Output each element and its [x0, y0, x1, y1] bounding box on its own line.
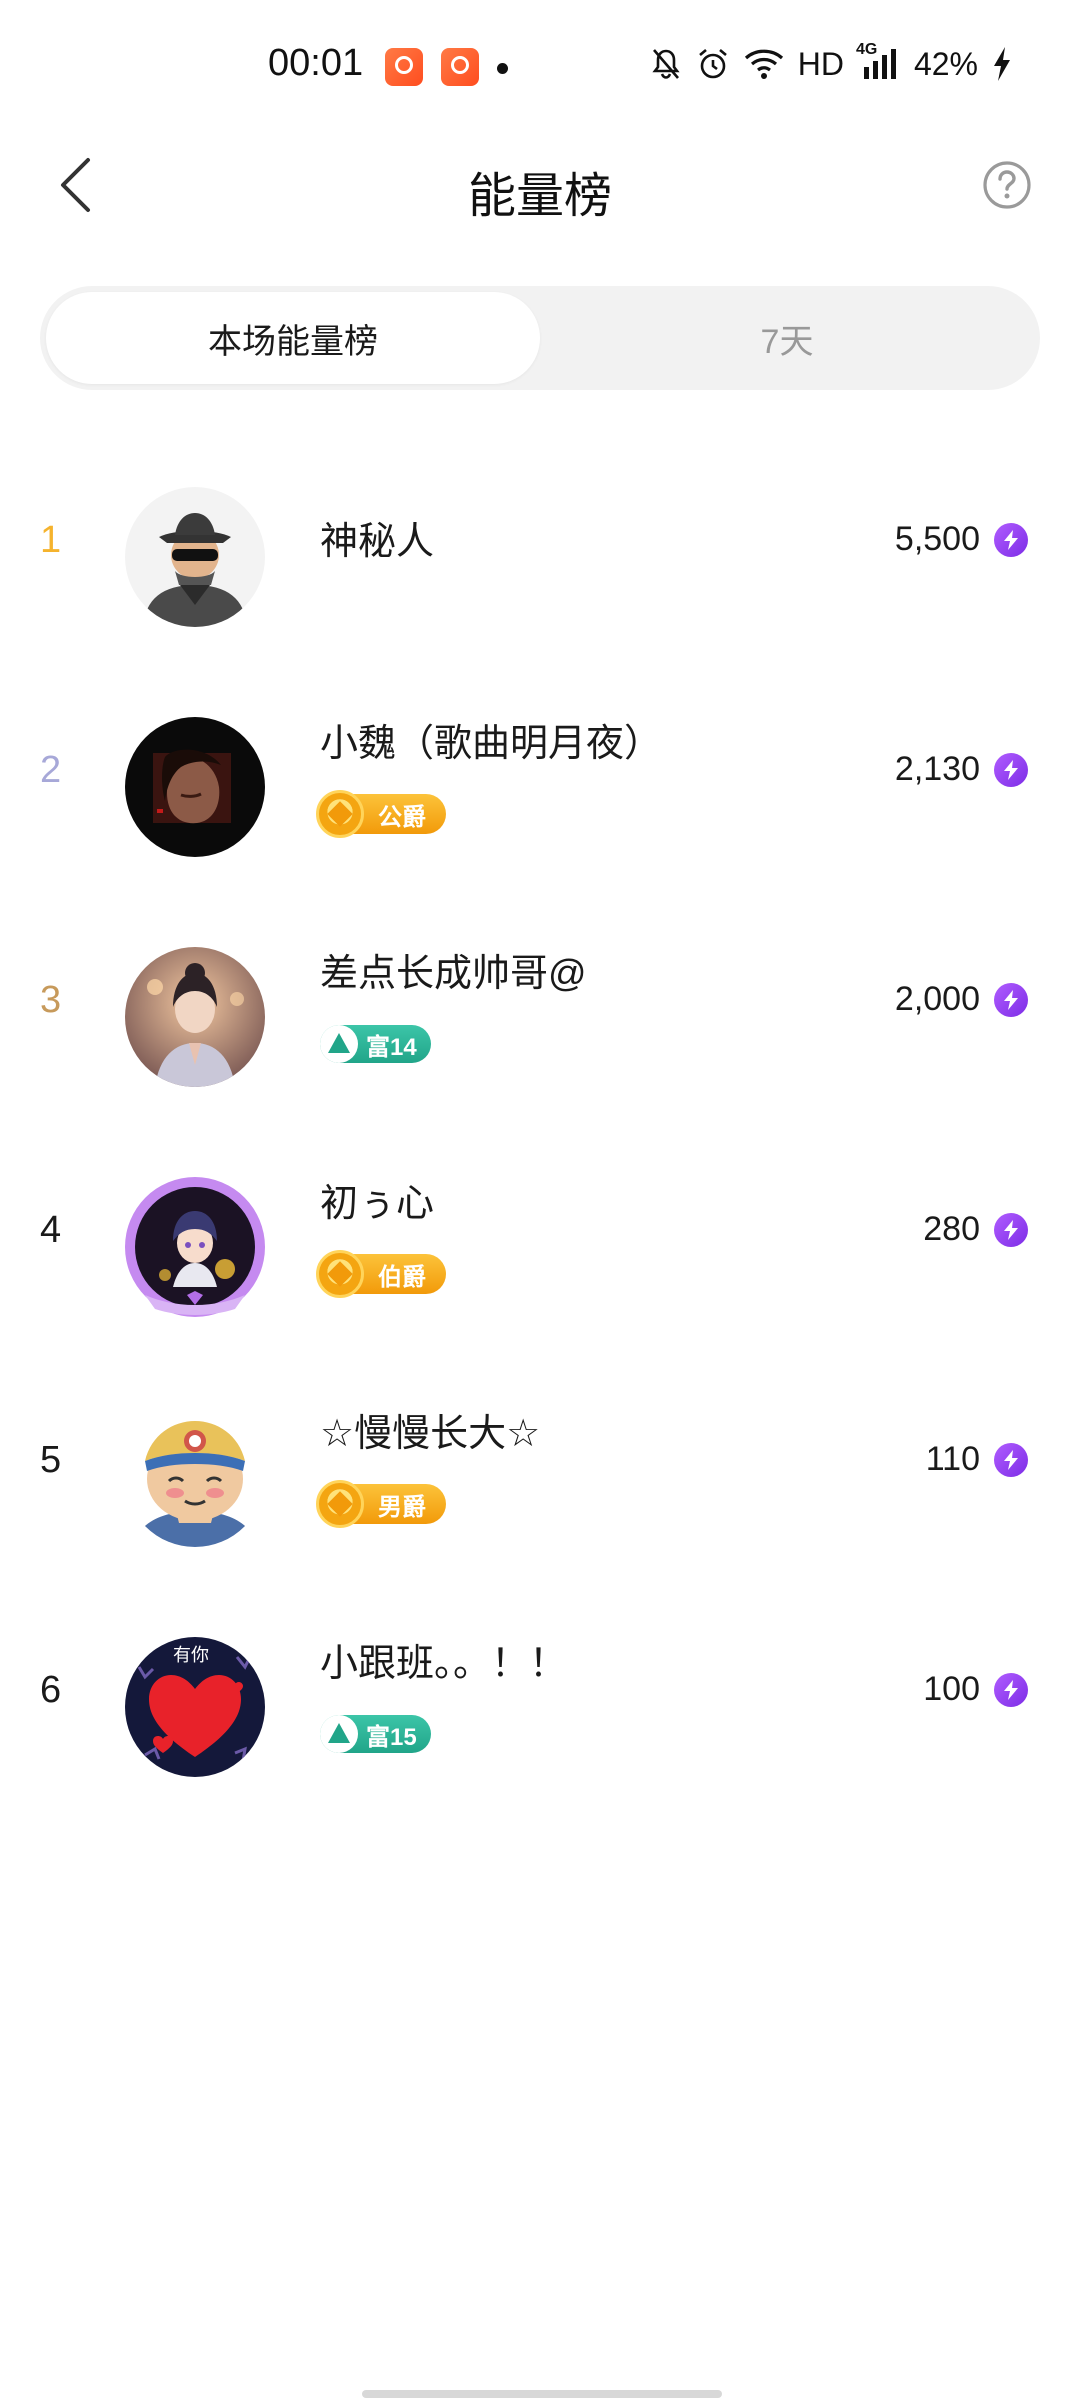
score-value: 2,000: [894, 980, 980, 1018]
lightning-icon: [994, 522, 1028, 557]
ranking-row[interactable]: 2 小魏（歌曲明月夜） 公爵 2,130: [0, 672, 1080, 902]
avatar[interactable]: [125, 1407, 265, 1547]
wifi-icon: [744, 49, 783, 79]
user-name: 小魏（歌曲明月夜）: [320, 723, 663, 765]
question-mark-icon: [983, 161, 1031, 209]
score-value: 110: [925, 1440, 980, 1478]
girl-portrait-avatar-icon: [125, 947, 265, 1087]
medal-icon: [316, 1480, 364, 1528]
header: 能量榜: [0, 130, 1080, 240]
badge-label: 富15: [366, 1723, 417, 1751]
score-value: 100: [923, 1670, 980, 1708]
nobility-badge: 伯爵: [316, 1250, 446, 1298]
alarm-icon: [698, 49, 727, 79]
score-value: 5,500: [894, 520, 980, 558]
nobility-badge: 公爵: [316, 790, 446, 838]
energy-score: 280: [923, 1210, 1028, 1249]
energy-score: 110: [926, 1440, 1028, 1479]
help-button[interactable]: [974, 152, 1040, 218]
status-bar: 00:01 HD 4G 42%: [0, 0, 1080, 130]
user-name: ☆慢慢长大☆: [320, 1413, 541, 1455]
medal-icon: [316, 790, 364, 838]
user-name: 初ぅ心: [320, 1183, 435, 1225]
ranking-row[interactable]: 4 初ぅ心 伯爵 280: [0, 1132, 1080, 1362]
score-value: 280: [923, 1210, 980, 1248]
avatar-text: 有你: [173, 1645, 209, 1666]
battery-level: 42%: [913, 45, 978, 82]
status-time: 00:01: [268, 42, 364, 84]
lightning-icon: [994, 982, 1028, 1017]
rank-number: 3: [40, 979, 62, 1021]
notification-dot-icon: [497, 63, 508, 74]
badge-label: 伯爵: [378, 1263, 426, 1291]
user-name: 小跟班。。！！: [320, 1643, 568, 1685]
wealth-level-icon: [320, 1025, 358, 1063]
energy-score: 5,500: [895, 520, 1028, 559]
energy-score: 2,000: [895, 980, 1028, 1019]
lightning-icon: [994, 1672, 1028, 1707]
mystery-person-avatar-icon: [125, 487, 265, 627]
bell-muted-icon: [652, 49, 680, 79]
badge-label: 公爵: [378, 803, 426, 831]
kuaishou-app-icon: [385, 48, 423, 86]
tab-7-days[interactable]: 7天: [540, 292, 1034, 384]
rank-number: 2: [40, 749, 62, 791]
ranking-row[interactable]: 3 差点长成帅哥@ 富14 2,000: [0, 902, 1080, 1132]
user-name: 差点长成帅哥@: [320, 953, 587, 995]
medal-icon: [316, 1250, 364, 1298]
nobility-badge: 男爵: [316, 1480, 446, 1528]
network-label: HD: [797, 45, 844, 82]
home-indicator[interactable]: [362, 2390, 722, 2398]
lightning-icon: [994, 752, 1028, 787]
avatar[interactable]: [125, 947, 265, 1087]
cartoon-boy-avatar-icon: [125, 1407, 265, 1547]
score-value: 2,130: [894, 750, 980, 788]
tab-current-session[interactable]: 本场能量榜: [46, 292, 540, 384]
wealth-badge: 富15: [320, 1712, 431, 1756]
user-name: 神秘人: [320, 521, 435, 563]
wealth-badge: 富14: [320, 1022, 431, 1066]
ranking-row[interactable]: 5 ☆慢慢长大☆ 男爵 110: [0, 1362, 1080, 1592]
lightning-icon: [994, 1442, 1028, 1477]
energy-score: 2,130: [895, 750, 1028, 789]
badge-label: 男爵: [378, 1493, 426, 1521]
wealth-level-icon: [320, 1715, 358, 1753]
heart-avatar-icon: 有你: [125, 1637, 265, 1777]
avatar[interactable]: [125, 717, 265, 857]
rank-number: 1: [40, 519, 62, 561]
cellular-signal-icon: 4G: [856, 41, 900, 81]
avatar[interactable]: 有你: [125, 1637, 265, 1777]
status-icons: HD 4G 42%: [650, 41, 1012, 84]
dark-portrait-avatar-icon: [125, 717, 265, 857]
ranking-period-tabs: 本场能量榜 7天: [40, 286, 1040, 390]
ranking-row[interactable]: 1 神秘人 5,500: [0, 442, 1080, 672]
network-gen-label: 4G: [855, 41, 878, 58]
avatar[interactable]: [125, 487, 265, 627]
ranking-row[interactable]: 6 有你 小跟班。。！！ 富15 100: [0, 1592, 1080, 1822]
charging-icon: [994, 47, 1010, 81]
avatar[interactable]: [125, 1177, 265, 1317]
rank-number: 4: [40, 1209, 62, 1251]
ranking-list: 1 神秘人 5,500 2 小魏（歌曲明月夜） 公爵 2,130 3 差点长成帅…: [0, 442, 1080, 1822]
rank-number: 6: [40, 1669, 62, 1711]
rank-number: 5: [40, 1439, 62, 1481]
badge-label: 富14: [366, 1033, 417, 1061]
page-title: 能量榜: [467, 170, 612, 223]
energy-score: 100: [923, 1670, 1028, 1709]
lightning-icon: [994, 1212, 1028, 1247]
kuaishou-app-icon: [441, 48, 479, 86]
anime-frame-avatar-icon: [125, 1177, 265, 1317]
